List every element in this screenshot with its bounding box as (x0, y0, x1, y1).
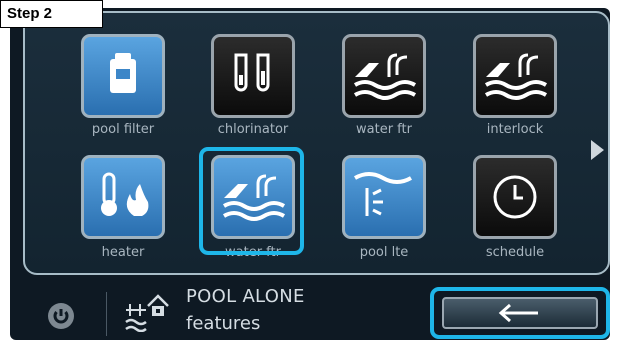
power-icon (53, 309, 69, 324)
tile-schedule[interactable] (473, 155, 557, 239)
tile-chlorinator[interactable] (211, 34, 295, 118)
tile-label: pool lte (359, 245, 409, 260)
footer-subtitle: features (186, 313, 261, 334)
tile-interlock[interactable] (473, 34, 557, 118)
pool-home-icon (124, 292, 170, 333)
tile-label: schedule (485, 245, 545, 260)
tile-label: heater (101, 245, 145, 260)
step-label: Step 2 (0, 0, 103, 28)
tile-pool-filter[interactable] (81, 34, 165, 118)
pool-filter-icon (110, 53, 136, 93)
tile-label: pool filter (91, 122, 155, 137)
footer-title: POOL ALONE (186, 286, 305, 307)
heater-icon (101, 172, 149, 216)
tile-water-feature[interactable] (342, 34, 426, 118)
tile-label: interlock (486, 122, 544, 137)
interlock-icon (484, 53, 548, 100)
footer-divider (106, 292, 107, 336)
tile-label: water ftr (356, 122, 412, 137)
back-button-highlight (430, 287, 610, 339)
chlorinator-icon (234, 53, 270, 92)
clock-icon (493, 175, 537, 219)
next-page-arrow-icon[interactable] (591, 140, 604, 160)
pool-light-icon (354, 172, 412, 216)
tile-pool-light[interactable] (342, 155, 426, 239)
selected-tile-highlight (199, 147, 304, 255)
tile-label: chlorinator (217, 122, 289, 137)
tile-heater[interactable] (81, 155, 165, 239)
water-feature-icon (353, 53, 417, 100)
power-button[interactable] (48, 303, 74, 329)
